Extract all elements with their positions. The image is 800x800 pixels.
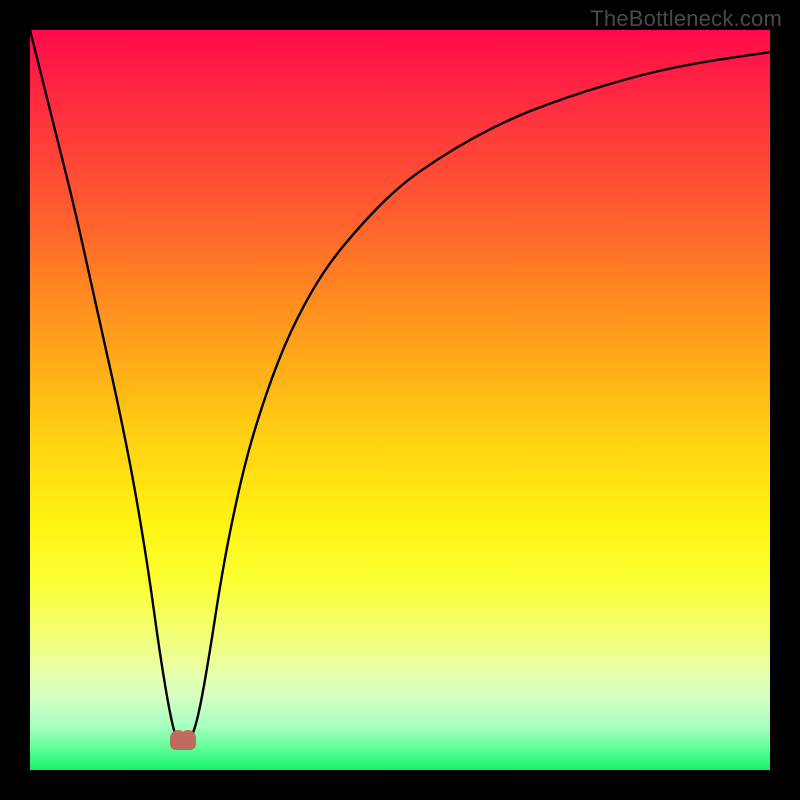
plot-gradient-area bbox=[30, 30, 770, 770]
curve-svg bbox=[30, 30, 770, 770]
minimum-marker-right bbox=[180, 730, 196, 750]
watermark-text: TheBottleneck.com bbox=[590, 6, 782, 32]
bottleneck-curve bbox=[30, 30, 770, 744]
